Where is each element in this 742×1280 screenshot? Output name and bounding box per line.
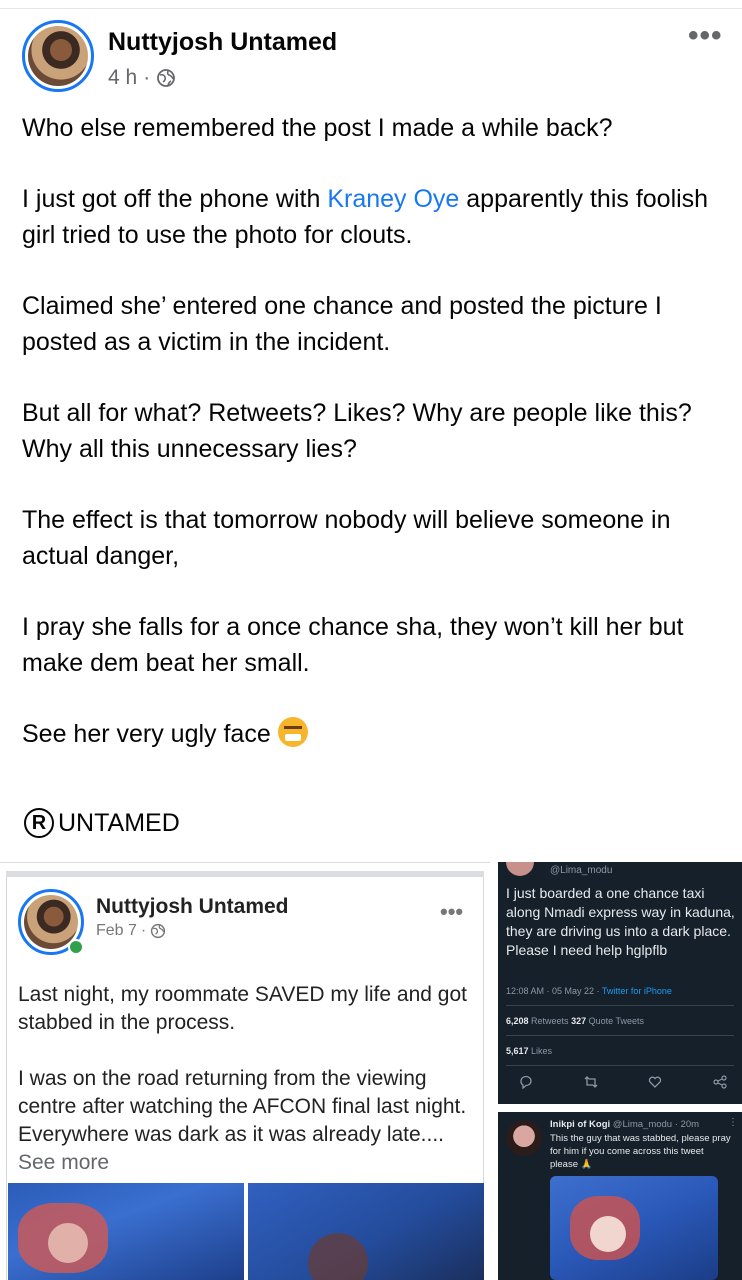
post-paragraph: I just got off the phone with Kraney Oye… xyxy=(22,181,727,253)
registered-icon: R xyxy=(24,808,54,838)
like-icon xyxy=(649,1076,662,1088)
tweet-source: Twitter for iPhone xyxy=(601,986,672,996)
tweet-actions xyxy=(518,1074,728,1090)
tweet-header: Inikpi of Kogi @Lima_modu · 20m xyxy=(550,1119,736,1130)
embedded-separator: · xyxy=(140,922,147,939)
tweet-text: This the guy that was stabbed, please pr… xyxy=(550,1133,731,1170)
tweet-handle: @Lima_modu · 20m xyxy=(610,1119,700,1130)
avatar[interactable] xyxy=(28,26,88,86)
more-options-icon[interactable]: ••• xyxy=(688,21,723,51)
post-paragraph: Who else remembered the post I made a wh… xyxy=(22,114,613,142)
text-run: I was on the road returning from the vie… xyxy=(18,1067,467,1146)
tweet-avatar xyxy=(506,862,534,876)
retweet-count: 6,208 xyxy=(506,1016,529,1026)
embedded-paragraph: I was on the road returning from the vie… xyxy=(18,1065,480,1177)
photo-tweet-2[interactable]: Inikpi of Kogi @Lima_modu · 20m ⋮ This t… xyxy=(498,1112,742,1280)
quote-count: 327 xyxy=(571,1016,587,1026)
embedded-meta: Feb 7 · xyxy=(96,922,166,940)
mention-link[interactable]: Kraney Oye xyxy=(327,185,459,213)
tweet-avatar xyxy=(506,1120,542,1156)
meta-separator: · xyxy=(143,66,151,89)
retweet-label: Retweets xyxy=(528,1016,572,1026)
globe-icon xyxy=(157,69,176,87)
divider xyxy=(506,1065,734,1066)
tweet-stats: 6,208 Retweets 327 Quote Tweets xyxy=(506,1016,644,1026)
quote-label: Quote Tweets xyxy=(586,1016,644,1026)
share-icon xyxy=(713,1075,727,1089)
post-meta: 4 h · xyxy=(108,66,176,90)
tweet-time: 12:08 AM · 05 May 22 · xyxy=(506,986,602,996)
embedded-photo-2 xyxy=(248,1183,484,1280)
angry-face-emoji-icon xyxy=(277,717,308,747)
embedded-paragraph: Last night, my roommate SAVED my life an… xyxy=(18,983,467,1034)
embedded-topbar xyxy=(6,871,484,877)
divider xyxy=(506,1005,734,1006)
post-paragraph: See her very ugly face xyxy=(22,716,727,752)
like-count: 5,617 xyxy=(506,1046,529,1056)
tweet-name: Inikpi of Kogi xyxy=(550,1119,611,1130)
top-divider xyxy=(0,8,742,9)
post-time[interactable]: 4 h xyxy=(108,66,137,90)
embedded-author: Nuttyjosh Untamed xyxy=(96,895,289,918)
divider xyxy=(506,1035,734,1036)
tweet-text: I just boarded a one chance taxi along N… xyxy=(506,885,735,958)
tweet-likes: 5,617 Likes xyxy=(506,1046,552,1056)
brand-text: UNTAMED xyxy=(58,808,180,837)
post-paragraph: The effect is that tomorrow nobody will … xyxy=(22,506,671,570)
text-run: I just got off the phone with xyxy=(22,185,328,213)
post-paragraph: Claimed she’ entered one chance and post… xyxy=(22,292,662,356)
reply-icon xyxy=(520,1075,532,1090)
photo-tweet-1[interactable]: @Lima_modu I just boarded a one chance t… xyxy=(498,862,742,1104)
online-dot-icon xyxy=(68,939,84,955)
post-body: Who else remembered the post I made a wh… xyxy=(22,110,727,787)
embedded-photo-1 xyxy=(8,1183,244,1280)
embedded-body: Last night, my roommate SAVED my life an… xyxy=(18,981,480,1205)
brand-line: R UNTAMED xyxy=(24,808,180,838)
embedded-date: Feb 7 xyxy=(96,922,137,939)
post-author[interactable]: Nuttyjosh Untamed xyxy=(108,28,337,57)
photo-embedded-post[interactable]: Nuttyjosh Untamed Feb 7 · ••• Last night… xyxy=(0,862,490,1280)
text-run: See her very ugly face xyxy=(22,720,271,748)
tweet-timestamp: 12:08 AM · 05 May 22 · Twitter for iPhon… xyxy=(506,986,672,996)
like-label: Likes xyxy=(528,1046,553,1056)
tweet-more-icon: ⋮ xyxy=(728,1117,738,1128)
embedded-more-icon: ••• xyxy=(440,899,464,924)
post-paragraph: I pray she falls for a once chance sha, … xyxy=(22,613,684,677)
retweet-icon xyxy=(584,1076,598,1088)
tweet-photo xyxy=(550,1176,718,1280)
see-more-link: See more xyxy=(18,1151,110,1174)
post-paragraph: But all for what? Retweets? Likes? Why a… xyxy=(22,399,692,463)
tweet-handle: @Lima_modu xyxy=(550,865,613,876)
globe-icon xyxy=(151,923,166,939)
